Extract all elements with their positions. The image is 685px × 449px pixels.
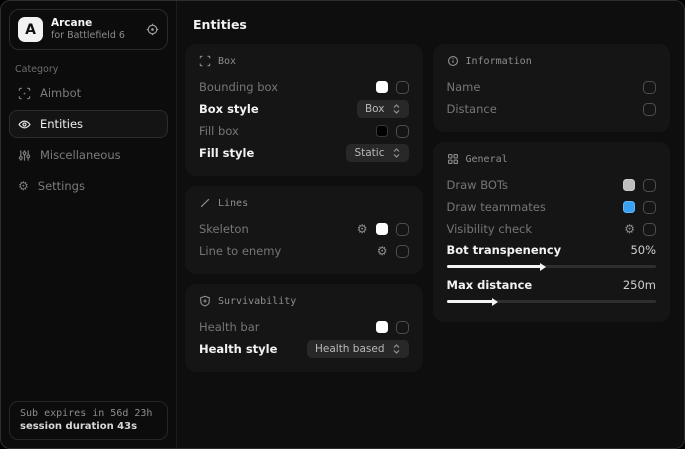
color-swatch[interactable] — [623, 201, 635, 213]
sidebar-item-aimbot[interactable]: Aimbot — [9, 79, 168, 107]
setting-row-box-style: Box style Box — [199, 98, 409, 120]
sliders-icon — [18, 149, 31, 162]
fill-style-dropdown[interactable]: Static — [346, 144, 408, 162]
section-box: Box Bounding box Box style Box — [185, 44, 423, 176]
slider-value: 250m — [623, 278, 656, 292]
setting-row-line-to-enemy: Line to enemy ⚙ — [199, 240, 409, 262]
bot-transparency-slider[interactable] — [447, 265, 657, 268]
setting-row-name: Name — [447, 76, 657, 98]
setting-row-fill-box: Fill box — [199, 120, 409, 142]
setting-row-skeleton: Skeleton ⚙ — [199, 218, 409, 240]
updown-arrows-icon — [392, 148, 401, 158]
checkbox[interactable] — [643, 103, 656, 116]
sidebar-item-entities[interactable]: Entities — [9, 110, 168, 138]
color-swatch[interactable] — [623, 179, 635, 191]
diagonal-line-icon — [199, 197, 211, 209]
checkbox[interactable] — [396, 223, 409, 236]
section-lines: Lines Skeleton ⚙ Line to enemy ⚙ — [185, 186, 423, 274]
setting-row-visibility-check: Visibility check ⚙ — [447, 218, 657, 240]
info-circle-icon — [447, 55, 459, 67]
section-title: Information — [466, 56, 532, 67]
scope-icon[interactable] — [146, 23, 159, 36]
setting-row-bounding-box: Bounding box — [199, 76, 409, 98]
color-swatch[interactable] — [376, 321, 388, 333]
subscription-info: Sub expires in 56d 23h session duration … — [9, 401, 168, 440]
brand-card: A Arcane for Battlefield 6 — [9, 9, 168, 50]
color-swatch[interactable] — [376, 81, 388, 93]
setting-row-draw-bots: Draw BOTs — [447, 174, 657, 196]
section-survivability: Survivability Health bar Health style He… — [185, 284, 423, 372]
checkbox[interactable] — [643, 81, 656, 94]
app-subtitle: for Battlefield 6 — [51, 30, 138, 42]
crosshair-icon — [18, 87, 31, 100]
sidebar-item-label: Miscellaneous — [40, 148, 121, 162]
sidebar-item-miscellaneous[interactable]: Miscellaneous — [9, 141, 168, 169]
app-logo: A — [18, 17, 43, 42]
app-window: A Arcane for Battlefield 6 Category — [0, 0, 685, 449]
setting-row-fill-style: Fill style Static — [199, 142, 409, 164]
main-panel: Entities Box Bounding box — [177, 1, 684, 448]
slider-value: 50% — [630, 243, 656, 257]
sidebar-item-label: Settings — [38, 179, 85, 193]
section-title: Survivability — [218, 296, 296, 307]
session-duration: session duration 43s — [20, 421, 157, 432]
color-swatch[interactable] — [376, 125, 388, 137]
checkbox[interactable] — [396, 245, 409, 258]
section-information: Information Name Distance — [433, 44, 671, 132]
setting-row-distance: Distance — [447, 98, 657, 120]
checkbox[interactable] — [396, 321, 409, 334]
sidebar: A Arcane for Battlefield 6 Category — [1, 1, 177, 448]
gear-icon[interactable]: ⚙ — [377, 245, 388, 257]
setting-row-draw-teammates: Draw teammates — [447, 196, 657, 218]
checkbox[interactable] — [396, 125, 409, 138]
gear-icon[interactable]: ⚙ — [357, 223, 368, 235]
section-title: Box — [218, 56, 236, 67]
color-swatch[interactable] — [376, 223, 388, 235]
setting-row-health-style: Health style Health based — [199, 338, 409, 360]
grid-icon — [447, 153, 459, 165]
checkbox[interactable] — [643, 179, 656, 192]
health-style-dropdown[interactable]: Health based — [307, 340, 409, 358]
setting-row-bot-transparency: Bot transpenency 50% — [447, 240, 657, 268]
shield-icon — [199, 295, 211, 307]
setting-row-max-distance: Max distance 250m — [447, 275, 657, 303]
checkbox[interactable] — [643, 223, 656, 236]
checkbox[interactable] — [396, 81, 409, 94]
section-title: General — [466, 154, 508, 165]
gear-icon[interactable]: ⚙ — [624, 223, 635, 235]
sub-expiry: Sub expires in 56d 23h — [20, 408, 157, 419]
app-name: Arcane — [51, 17, 138, 30]
checkbox[interactable] — [643, 201, 656, 214]
gear-icon: ⚙ — [18, 180, 29, 192]
updown-arrows-icon — [392, 104, 401, 114]
eye-icon — [18, 118, 31, 131]
sidebar-item-label: Aimbot — [40, 86, 81, 100]
sidebar-item-settings[interactable]: ⚙ Settings — [9, 172, 168, 200]
setting-row-health-bar: Health bar — [199, 316, 409, 338]
box-dashed-icon — [199, 55, 211, 67]
section-general: General Draw BOTs Draw teammates — [433, 142, 671, 322]
category-label: Category — [15, 64, 168, 75]
section-title: Lines — [218, 198, 248, 209]
max-distance-slider[interactable] — [447, 300, 657, 303]
sidebar-nav: Aimbot Entities Miscella — [9, 79, 168, 200]
box-style-dropdown[interactable]: Box — [357, 100, 409, 118]
page-title: Entities — [193, 17, 670, 32]
updown-arrows-icon — [392, 344, 401, 354]
sidebar-item-label: Entities — [40, 117, 83, 131]
